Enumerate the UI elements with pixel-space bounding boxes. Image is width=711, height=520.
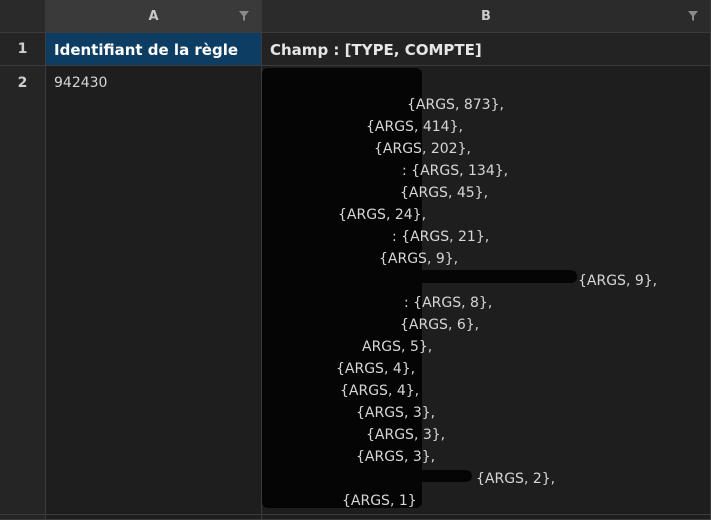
column-letter-b: B — [481, 8, 491, 24]
filter-icon[interactable] — [239, 11, 249, 21]
select-all-corner[interactable] — [0, 0, 46, 33]
field-count-entry: {ARGS, 9}, — [379, 251, 459, 267]
row-header-3[interactable] — [0, 515, 46, 520]
field-count-entry: {ARGS, 202}, — [374, 141, 471, 157]
header-rule-id: Identifiant de la règle — [54, 41, 239, 59]
row-header-1[interactable]: 1 — [0, 33, 46, 66]
field-count-entry: {ARGS, 45}, — [400, 185, 489, 201]
field-count-entry: {ARGS, 414}, — [366, 119, 463, 135]
cell-a1[interactable]: Identifiant de la règle — [46, 33, 262, 66]
field-count-entry: {ARGS, 9}, — [578, 273, 658, 289]
redaction-block — [322, 118, 366, 134]
field-count-entry: {ARGS, 3}, — [356, 449, 436, 465]
filter-icon[interactable] — [688, 11, 698, 21]
redaction-block — [352, 94, 404, 112]
redaction-block — [412, 270, 577, 283]
field-count-entry: {ARGS, 3}, — [356, 405, 436, 421]
field-count-entry: {ARGS, 4}, — [336, 361, 416, 377]
redaction-block — [372, 470, 472, 482]
cell-b2[interactable]: {ARGS, 873}, {ARGS, 414}, {ARGS, 202}, :… — [262, 66, 711, 515]
redaction-block — [332, 162, 402, 180]
row-number: 2 — [17, 75, 28, 91]
rule-id-value: 942430 — [54, 75, 108, 91]
field-count-entry: : {ARGS, 134}, — [402, 163, 509, 179]
field-count-entry: : {ARGS, 21}, — [392, 229, 490, 245]
field-count-entry: {ARGS, 2}, — [476, 471, 556, 487]
column-header-b[interactable]: B — [262, 0, 711, 33]
field-count-entry: : {ARGS, 8}, — [404, 295, 493, 311]
redaction-block — [302, 230, 392, 244]
field-count-entry: {ARGS, 1} — [342, 493, 417, 509]
cell-b3[interactable] — [262, 515, 711, 520]
field-count-entry: {ARGS, 3}, — [366, 427, 446, 443]
column-letter-a: A — [148, 8, 159, 24]
redaction-block — [382, 292, 402, 304]
field-count-entry: {ARGS, 24}, — [338, 207, 427, 223]
header-field-type-count: Champ : [TYPE, COMPTE] — [270, 41, 482, 59]
column-header-a[interactable]: A — [46, 0, 262, 33]
field-count-entry: ARGS, 5}, — [362, 339, 433, 355]
spreadsheet-grid: A B 1 2 Identifiant de la règle Champ : … — [0, 0, 711, 520]
cell-a2[interactable]: 942430 — [46, 66, 262, 515]
row-number: 1 — [17, 41, 28, 57]
field-count-entry: {ARGS, 873}, — [407, 97, 504, 113]
cell-b1[interactable]: Champ : [TYPE, COMPTE] — [262, 33, 711, 66]
field-count-entry: {ARGS, 6}, — [400, 317, 480, 333]
field-count-entry: {ARGS, 4}, — [340, 383, 420, 399]
row-header-2[interactable]: 2 — [0, 66, 46, 515]
cell-a3[interactable] — [46, 515, 262, 520]
